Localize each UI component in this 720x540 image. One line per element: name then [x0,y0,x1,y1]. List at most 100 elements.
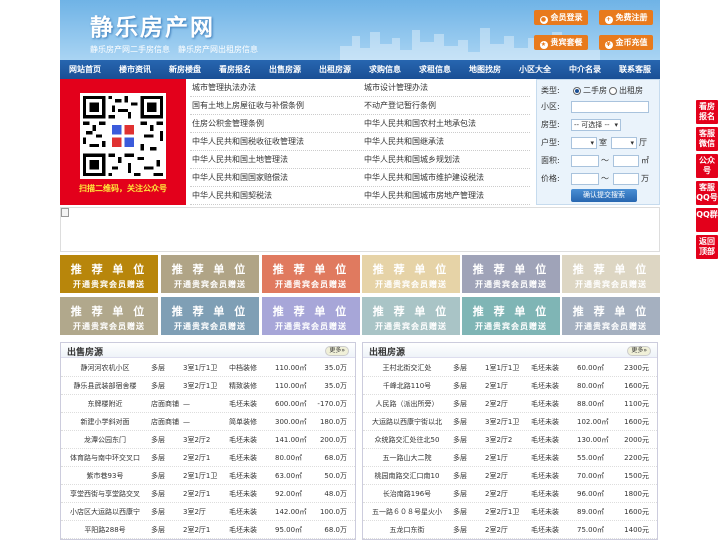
nav-item-new-homes[interactable]: 新房楼盘 [160,60,210,79]
ad-slot[interactable]: 推 荐 单 位开通贵宾会员赠送 [562,297,660,335]
listing-community[interactable]: 小店区大运路以西康宁 [65,503,145,521]
hall-select[interactable] [611,137,637,149]
banner-image-broken[interactable] [60,207,660,252]
listing-community[interactable]: 大运路以西康宁街以北 [367,413,447,431]
listing-community[interactable]: 新建小学斜对面 [65,413,145,431]
community-input[interactable] [571,101,649,113]
room-select[interactable] [571,137,597,149]
for-sale-more-link[interactable]: 更多» [325,346,349,356]
ad-slot[interactable]: 推 荐 单 位开通贵宾会员赠送 [362,297,460,335]
listing-community[interactable]: 静河河农机小区 [65,359,145,377]
listing-row[interactable]: 五一路山大二院 多层 2室1厅 毛坯未装 55.00㎡ 2200元 [363,449,657,467]
nav-item-viewing-signup[interactable]: 看房报名 [210,60,260,79]
price-max-input[interactable] [613,173,639,185]
nav-item-want-rent[interactable]: 求租信息 [410,60,460,79]
nav-item-for-rent[interactable]: 出租房源 [310,60,360,79]
policy-link[interactable]: 中华人民共和国税收征收管理法 [192,133,304,151]
policy-link[interactable]: 中华人民共和国继承法 [364,133,444,151]
submit-search-button[interactable]: 确认提交搜索 [571,189,637,202]
listing-row[interactable]: 东牌楼附近 店面商铺 — 毛坯未装 600.00㎡ -170.0万 [61,395,355,413]
sidebar-viewing-signup[interactable]: 看房报名 [696,100,718,124]
listing-community[interactable]: 平阳路288号 [65,521,145,539]
login-button[interactable]: ● 会员登录 [534,10,588,25]
listing-row[interactable]: 紫市巷93号 多层 2室1厅1卫 毛坯未装 63.00㎡ 50.0万 [61,467,355,485]
ad-slot[interactable]: 推 荐 单 位开通贵宾会员赠送 [60,297,158,335]
nav-item-communities[interactable]: 小区大全 [510,60,560,79]
vip-package-button[interactable]: ★ 贵宾套餐 [534,35,588,50]
type-radio-rental[interactable] [609,87,617,95]
nav-item-news[interactable]: 楼市资讯 [110,60,160,79]
listing-community[interactable]: 静乐县武装部宿舍楼 [65,377,145,395]
listing-community[interactable]: 紫市巷93号 [65,467,145,485]
coin-recharge-button[interactable]: ¥ 金币充值 [599,35,653,50]
register-button[interactable]: + 免费注册 [599,10,653,25]
listing-community[interactable]: 千峰北路110号 [367,377,447,395]
listing-community[interactable]: 享堂西街与享堂路交叉 [65,485,145,503]
ad-slot[interactable]: 推 荐 单 位开通贵宾会员赠送 [462,255,560,293]
nav-item-agencies[interactable]: 中介名录 [560,60,610,79]
nav-item-for-sale[interactable]: 出售房源 [260,60,310,79]
for-rent-more-link[interactable]: 更多» [627,346,651,356]
sidebar-back-to-top[interactable]: 返回顶部 [696,235,718,259]
listing-row[interactable]: 体育路与南中环交叉口 多层 2室2厅1 毛坯未装 80.00㎡ 68.0万 [61,449,355,467]
listing-row[interactable]: 五龙口东街 多层 2室2厅 毛坯未装 75.00㎡ 1400元 [363,521,657,539]
sidebar-qq-group[interactable]: QQ群 [696,208,718,232]
policy-link[interactable]: 国有土地上房屋征收与补偿条例 [192,97,304,115]
listing-row[interactable]: 大运路以西康宁街以北 多层 3室2厅1卫 毛坯未装 102.00㎡ 1600元 [363,413,657,431]
ad-slot[interactable]: 推 荐 单 位开通贵宾会员赠送 [161,255,259,293]
listing-community[interactable]: 龙潭公园东门 [65,431,145,449]
type-radio-resale[interactable] [573,87,581,95]
listing-row[interactable]: 五一路６０８号星火小 多层 2室2厅1卫 毛坯未装 89.00㎡ 1600元 [363,503,657,521]
policy-link[interactable]: 住房公积金管理条例 [192,115,264,133]
listing-row[interactable]: 新建小学斜对面 店面商铺 — 简单装修 300.00㎡ 180.0万 [61,413,355,431]
nav-item-want-buy[interactable]: 求购信息 [360,60,410,79]
listing-community[interactable]: 体育路与南中环交叉口 [65,449,145,467]
listing-community[interactable]: 东牌楼附近 [65,395,145,413]
ad-slot[interactable]: 推 荐 单 位开通贵宾会员赠送 [562,255,660,293]
housetype-select[interactable]: -- 可选择 -- [571,119,621,131]
listing-row[interactable]: 平阳路288号 多层 2室2厅1 毛坯未装 95.00㎡ 68.0万 [61,521,355,539]
listing-row[interactable]: 桃园南路交汇口南10 多层 2室2厅 毛坯未装 70.00㎡ 1500元 [363,467,657,485]
listing-row[interactable]: 小店区大运路以西康宁 多层 3室2厅 毛坯未装 142.00㎡ 100.0万 [61,503,355,521]
area-max-input[interactable] [613,155,639,167]
listing-community[interactable]: 人民路（派出所旁） [367,395,447,413]
listing-row[interactable]: 龙潭公园东门 多层 3室2厅2 毛坯未装 141.00㎡ 200.0万 [61,431,355,449]
listing-community[interactable]: 五龙口东街 [367,521,447,539]
policy-link[interactable]: 中华人民共和国契税法 [192,187,272,205]
ad-slot[interactable]: 推 荐 单 位开通贵宾会员赠送 [161,297,259,335]
ad-slot[interactable]: 推 荐 单 位开通贵宾会员赠送 [262,255,360,293]
listing-community[interactable]: 王村北街交汇处 [367,359,447,377]
listing-row[interactable]: 千峰北路110号 多层 2室1厅 毛坯未装 80.00㎡ 1600元 [363,377,657,395]
listing-community[interactable]: 五一路６０８号星火小 [367,503,447,521]
policy-link[interactable]: 中华人民共和国城市维护建设税法 [364,169,484,187]
policy-link[interactable]: 中华人民共和国国家赔偿法 [192,169,288,187]
listing-community[interactable]: 五一路山大二院 [367,449,447,467]
ad-slot[interactable]: 推 荐 单 位开通贵宾会员赠送 [262,297,360,335]
listing-row[interactable]: 静乐县武装部宿舍楼 多层 3室2厅1卫 精致装修 110.00㎡ 35.0万 [61,377,355,395]
listing-row[interactable]: 静河河农机小区 多层 3室1厅1卫 中档装修 110.00㎡ 35.0万 [61,359,355,377]
policy-link[interactable]: 城市管理执法办法 [192,79,256,97]
policy-link[interactable]: 中华人民共和国城市房地产管理法 [364,187,484,205]
listing-row[interactable]: 众统路交汇处往北50 多层 3室2厅2 毛坯未装 130.00㎡ 2000元 [363,431,657,449]
listing-row[interactable]: 长治南路196号 多层 2室2厅 毛坯未装 96.00㎡ 1800元 [363,485,657,503]
listing-community[interactable]: 桃园南路交汇口南10 [367,467,447,485]
sidebar-service-wechat[interactable]: 客服微信 [696,127,718,151]
policy-link[interactable]: 城市设计管理办法 [364,79,428,97]
ad-slot[interactable]: 推 荐 单 位开通贵宾会员赠送 [462,297,560,335]
listing-row[interactable]: 享堂西街与享堂路交叉 多层 2室2厅1 毛坯未装 92.00㎡ 48.0万 [61,485,355,503]
policy-link[interactable]: 中华人民共和国城乡规划法 [364,151,460,169]
sidebar-service-qq[interactable]: 客服QQ号 [696,181,718,205]
nav-item-contact[interactable]: 联系客服 [610,60,660,79]
ad-slot[interactable]: 推 荐 单 位开通贵宾会员赠送 [60,255,158,293]
policy-link[interactable]: 中华人民共和国农村土地承包法 [364,115,476,133]
sidebar-official-account[interactable]: 公众号 [696,154,718,178]
nav-item-home[interactable]: 网站首页 [60,60,110,79]
price-min-input[interactable] [571,173,599,185]
listing-community[interactable]: 长治南路196号 [367,485,447,503]
area-min-input[interactable] [571,155,599,167]
policy-link[interactable]: 不动产登记暂行条例 [364,97,436,115]
ad-slot[interactable]: 推 荐 单 位开通贵宾会员赠送 [362,255,460,293]
listing-row[interactable]: 人民路（派出所旁） 多层 2室2厅 毛坯未装 88.00㎡ 1100元 [363,395,657,413]
site-title[interactable]: 静乐房产网 [90,8,215,42]
listing-community[interactable]: 众统路交汇处往北50 [367,431,447,449]
